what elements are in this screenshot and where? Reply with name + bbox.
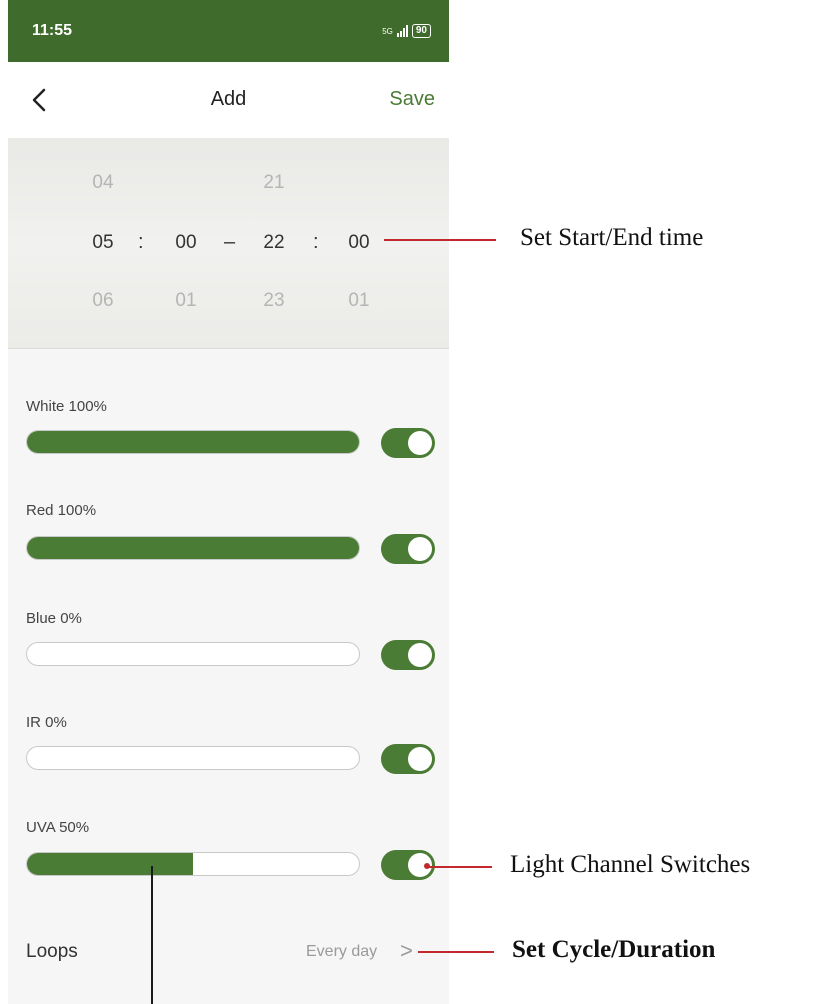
- toggle-white[interactable]: [381, 428, 435, 458]
- annotation-switches: Light Channel Switches: [510, 851, 751, 878]
- slider-blue[interactable]: [26, 642, 360, 666]
- picker-option[interactable]: 23: [249, 290, 299, 312]
- chevron-left-icon: [32, 88, 46, 112]
- picker-option[interactable]: 06: [78, 290, 128, 312]
- toggle-knob: [408, 431, 432, 455]
- annotation-cycle: Set Cycle/Duration: [512, 936, 716, 963]
- toggle-knob: [408, 537, 432, 561]
- annotation-line-switches: [428, 866, 492, 868]
- phone-screen: 11:55 5G 90 Add Save 04 05 06 : 00 01 – …: [8, 0, 449, 1004]
- time-colon: :: [313, 231, 319, 253]
- end-hour-wheel[interactable]: 21 22 23: [249, 138, 299, 348]
- end-hour-selected[interactable]: 22: [249, 232, 299, 254]
- page-title: Add: [210, 88, 247, 110]
- toggle-knob: [408, 643, 432, 667]
- slider-white[interactable]: [26, 430, 360, 454]
- channel-label-white: White 100%: [26, 398, 107, 415]
- status-indicators: 5G 90: [382, 24, 431, 38]
- network-label: 5G: [382, 26, 393, 36]
- start-minute-wheel[interactable]: 00 01: [161, 138, 211, 348]
- annotation-line-cycle: [418, 951, 494, 953]
- slider-red[interactable]: [26, 536, 360, 560]
- toggle-blue[interactable]: [381, 640, 435, 670]
- picker-option[interactable]: 04: [78, 172, 128, 194]
- start-hour-wheel[interactable]: 04 05 06: [78, 138, 128, 348]
- nav-bar: Add Save: [8, 62, 449, 138]
- toggle-knob: [408, 747, 432, 771]
- picker-option[interactable]: 01: [161, 290, 211, 312]
- slider-fill: [27, 853, 193, 875]
- start-hour-selected[interactable]: 05: [78, 232, 128, 254]
- slider-uva[interactable]: [26, 852, 360, 876]
- time-range-dash: –: [224, 231, 236, 253]
- channel-label-blue: Blue 0%: [26, 610, 82, 627]
- start-minute-selected[interactable]: 00: [161, 232, 211, 254]
- channel-label-red: Red 100%: [26, 502, 97, 519]
- status-bar: 11:55 5G 90: [8, 0, 449, 62]
- toggle-ir[interactable]: [381, 744, 435, 774]
- signal-icon: [396, 25, 408, 37]
- slider-ir[interactable]: [26, 746, 360, 770]
- picker-option[interactable]: 21: [249, 172, 299, 194]
- time-colon: :: [138, 231, 144, 253]
- picker-option[interactable]: 01: [334, 290, 384, 312]
- slider-fill: [27, 431, 359, 453]
- annotation-line-slider: [151, 866, 153, 1004]
- end-minute-wheel[interactable]: 00 01: [334, 138, 384, 348]
- back-button[interactable]: [26, 82, 56, 118]
- channel-label-ir: IR 0%: [26, 714, 67, 731]
- loops-label: Loops: [26, 941, 78, 962]
- annotation-time: Set Start/End time: [520, 224, 704, 251]
- chevron-right-icon[interactable]: >: [400, 938, 413, 964]
- time-picker[interactable]: 04 05 06 : 00 01 – 21 22 23 : 00 01: [8, 138, 449, 349]
- annotation-line-time: [384, 239, 496, 241]
- channel-label-uva: UVA 50%: [26, 819, 90, 836]
- save-button[interactable]: Save: [389, 88, 435, 111]
- status-time: 11:55: [32, 22, 73, 39]
- end-minute-selected[interactable]: 00: [334, 232, 384, 254]
- battery-icon: 90: [411, 24, 431, 38]
- toggle-red[interactable]: [381, 534, 435, 564]
- loops-value[interactable]: Every day: [306, 943, 377, 961]
- slider-fill: [27, 537, 359, 559]
